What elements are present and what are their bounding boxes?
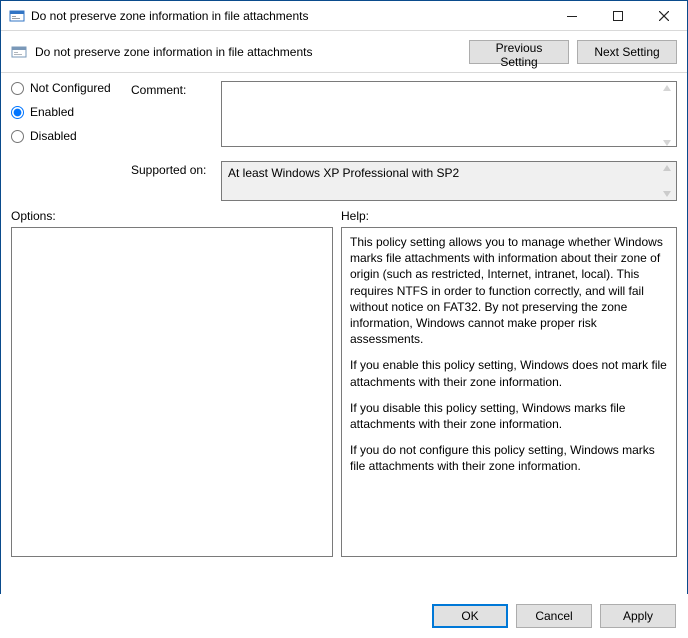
policy-title: Do not preserve zone information in file… bbox=[35, 45, 312, 59]
dialog-footer: OK Cancel Apply bbox=[0, 594, 688, 638]
help-paragraph: If you disable this policy setting, Wind… bbox=[350, 400, 668, 432]
radio-disabled-label: Disabled bbox=[30, 129, 77, 143]
help-label: Help: bbox=[341, 209, 677, 223]
window-title: Do not preserve zone information in file… bbox=[31, 9, 308, 23]
radio-disabled-input[interactable] bbox=[11, 130, 24, 143]
cancel-button[interactable]: Cancel bbox=[516, 604, 592, 628]
supported-on-field: At least Windows XP Professional with SP… bbox=[221, 161, 677, 201]
window-icon bbox=[9, 8, 25, 24]
previous-setting-button[interactable]: Previous Setting bbox=[469, 40, 569, 64]
help-paragraph: This policy setting allows you to manage… bbox=[350, 234, 668, 347]
radio-enabled[interactable]: Enabled bbox=[11, 105, 131, 119]
radio-not-configured-label: Not Configured bbox=[30, 81, 111, 95]
help-paragraph: If you do not configure this policy sett… bbox=[350, 442, 668, 474]
title-bar: Do not preserve zone information in file… bbox=[1, 1, 687, 31]
help-paragraph: If you enable this policy setting, Windo… bbox=[350, 357, 668, 389]
maximize-button[interactable] bbox=[595, 1, 641, 31]
ok-button[interactable]: OK bbox=[432, 604, 508, 628]
radio-not-configured-input[interactable] bbox=[11, 82, 24, 95]
comment-label: Comment: bbox=[131, 81, 221, 97]
radio-not-configured[interactable]: Not Configured bbox=[11, 81, 131, 95]
policy-icon bbox=[11, 44, 27, 60]
options-label: Options: bbox=[11, 209, 341, 223]
state-radio-group: Not Configured Enabled Disabled bbox=[11, 81, 131, 153]
help-panel[interactable]: This policy setting allows you to manage… bbox=[341, 227, 677, 557]
toolbar: Do not preserve zone information in file… bbox=[1, 31, 687, 73]
supported-on-label: Supported on: bbox=[131, 161, 221, 177]
radio-disabled[interactable]: Disabled bbox=[11, 129, 131, 143]
apply-button[interactable]: Apply bbox=[600, 604, 676, 628]
close-button[interactable] bbox=[641, 1, 687, 31]
comment-textarea[interactable] bbox=[221, 81, 677, 147]
radio-enabled-label: Enabled bbox=[30, 105, 74, 119]
minimize-button[interactable] bbox=[549, 1, 595, 31]
next-setting-button[interactable]: Next Setting bbox=[577, 40, 677, 64]
options-panel[interactable] bbox=[11, 227, 333, 557]
radio-enabled-input[interactable] bbox=[11, 106, 24, 119]
